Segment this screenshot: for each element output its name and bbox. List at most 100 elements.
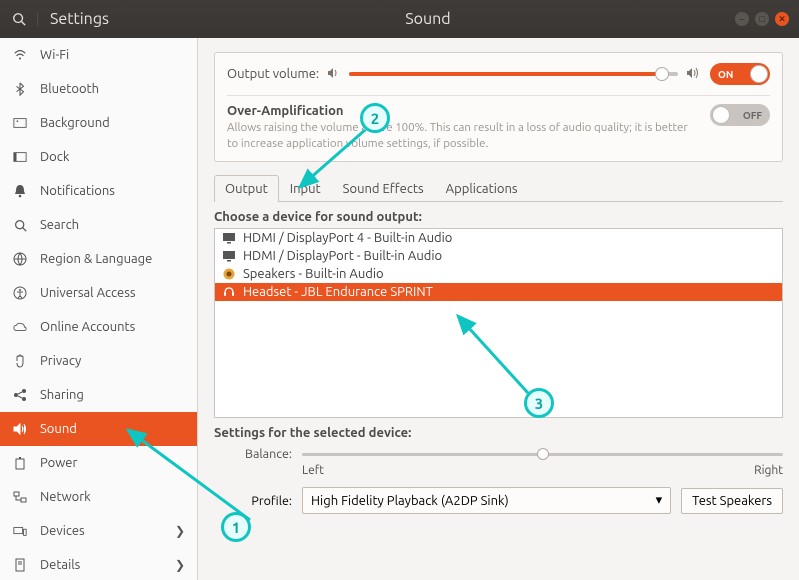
maximize-button[interactable]: □ xyxy=(755,12,769,26)
device-label: Headset - JBL Endurance SPRINT xyxy=(243,285,433,299)
sidebar-item-label: Wi-Fi xyxy=(40,48,69,62)
sidebar-item-devices[interactable]: Devices ❯ xyxy=(0,514,197,548)
sidebar-item-label: Sharing xyxy=(40,388,84,402)
output-volume-slider[interactable] xyxy=(349,67,678,81)
chevron-right-icon: ❯ xyxy=(175,524,185,538)
close-button[interactable]: ✕ xyxy=(775,12,789,26)
sidebar-item-label: Sound xyxy=(40,422,77,436)
balance-right-label: Right xyxy=(754,464,783,477)
globe-icon xyxy=(12,252,28,266)
sidebar-item-label: Privacy xyxy=(40,354,81,368)
sound-icon xyxy=(12,423,28,435)
overamp-toggle[interactable]: OFF xyxy=(710,104,770,126)
annotation-2: 2 xyxy=(360,103,390,133)
dropdown-icon: ▾ xyxy=(656,493,663,508)
device-item[interactable]: Speakers - Built-in Audio xyxy=(215,265,782,283)
sidebar-item-label: Notifications xyxy=(40,184,115,198)
sidebar-item-label: Dock xyxy=(40,150,69,164)
speaker-loud-icon xyxy=(686,67,702,82)
sidebar-item-label: Online Accounts xyxy=(40,320,135,334)
monitor-icon xyxy=(221,249,237,263)
volume-panel: Output volume: ON Over-Amplification All… xyxy=(214,52,783,162)
profile-select[interactable]: High Fidelity Playback (A2DP Sink)▾ xyxy=(302,487,671,514)
wifi-icon xyxy=(12,48,28,62)
sidebar-item-search[interactable]: Search xyxy=(0,208,197,242)
background-icon xyxy=(12,117,28,129)
sidebar-item-label: Power xyxy=(40,456,77,470)
device-item[interactable]: HDMI / DisplayPort - Built-in Audio xyxy=(215,247,782,265)
titlebar: Settings Sound – □ ✕ xyxy=(0,0,799,38)
device-item[interactable]: HDMI / DisplayPort 4 - Built-in Audio xyxy=(215,229,782,247)
overamp-title: Over-Amplification xyxy=(227,104,698,118)
sidebar-item-label: Details xyxy=(40,558,80,572)
speaker-icon xyxy=(327,67,341,82)
monitor-icon xyxy=(221,231,237,245)
sidebar-item-label: Region & Language xyxy=(40,252,152,266)
sidebar-item-wifi[interactable]: Wi-Fi xyxy=(0,38,197,72)
device-label: Speakers - Built-in Audio xyxy=(243,267,384,281)
sidebar-item-details[interactable]: Details ❯ xyxy=(0,548,197,580)
page-title: Sound xyxy=(121,10,735,28)
tabs: Output Input Sound Effects Applications xyxy=(214,174,783,202)
dock-icon xyxy=(12,151,28,163)
sidebar-item-label: Network xyxy=(40,490,91,504)
tab-applications[interactable]: Applications xyxy=(435,175,529,202)
bluetooth-icon xyxy=(12,82,28,96)
output-volume-label: Output volume: xyxy=(227,67,319,81)
cloud-icon xyxy=(12,321,28,333)
sidebar-item-region[interactable]: Region & Language xyxy=(0,242,197,276)
balance-label: Balance: xyxy=(214,447,292,461)
search-button[interactable] xyxy=(0,12,38,26)
sidebar-item-bluetooth[interactable]: Bluetooth xyxy=(0,72,197,106)
output-device-list: HDMI / DisplayPort 4 - Built-in Audio HD… xyxy=(214,228,783,418)
details-icon xyxy=(12,558,28,572)
power-icon xyxy=(12,456,28,470)
annotation-3: 3 xyxy=(524,388,554,418)
sidebar-item-network[interactable]: Network xyxy=(0,480,197,514)
sidebar-item-dock[interactable]: Dock xyxy=(0,140,197,174)
output-volume-toggle[interactable]: ON xyxy=(710,63,770,85)
app-title: Settings xyxy=(38,10,121,28)
tab-input[interactable]: Input xyxy=(279,175,332,202)
sidebar-item-label: Background xyxy=(40,116,110,130)
share-icon xyxy=(12,388,28,402)
sidebar-item-label: Devices xyxy=(40,524,85,538)
choose-device-label: Choose a device for sound output: xyxy=(214,210,783,224)
sidebar-item-universal[interactable]: Universal Access xyxy=(0,276,197,310)
device-label: HDMI / DisplayPort - Built-in Audio xyxy=(243,249,442,263)
headset-icon xyxy=(221,285,237,299)
sidebar-item-label: Universal Access xyxy=(40,286,135,300)
sidebar-item-sharing[interactable]: Sharing xyxy=(0,378,197,412)
selected-settings-label: Settings for the selected device: xyxy=(214,426,783,440)
overamp-desc: Allows raising the volume above 100%. Th… xyxy=(227,120,698,151)
hand-icon xyxy=(12,354,28,368)
accessibility-icon xyxy=(12,286,28,300)
tab-output[interactable]: Output xyxy=(214,175,279,202)
search-icon xyxy=(12,219,28,232)
bell-icon xyxy=(12,184,28,198)
balance-slider[interactable] xyxy=(302,444,783,464)
device-label: HDMI / DisplayPort 4 - Built-in Audio xyxy=(243,231,452,245)
device-item-selected[interactable]: Headset - JBL Endurance SPRINT xyxy=(215,283,782,301)
sidebar-item-label: Search xyxy=(40,218,79,232)
sidebar-item-online[interactable]: Online Accounts xyxy=(0,310,197,344)
balance-left-label: Left xyxy=(302,464,754,477)
sidebar-item-power[interactable]: Power xyxy=(0,446,197,480)
minimize-button[interactable]: – xyxy=(735,12,749,26)
main-content: Output volume: ON Over-Amplification All… xyxy=(198,38,799,580)
network-icon xyxy=(12,491,28,503)
speaker-icon xyxy=(221,267,237,281)
sidebar-item-privacy[interactable]: Privacy xyxy=(0,344,197,378)
test-speakers-button[interactable]: Test Speakers xyxy=(681,488,783,514)
tab-sound-effects[interactable]: Sound Effects xyxy=(332,175,435,202)
profile-label: Profile: xyxy=(214,494,292,508)
sidebar-item-sound[interactable]: Sound xyxy=(0,412,197,446)
sidebar-item-background[interactable]: Background xyxy=(0,106,197,140)
annotation-1: 1 xyxy=(221,512,251,542)
devices-icon xyxy=(12,525,28,537)
chevron-right-icon: ❯ xyxy=(175,558,185,572)
sidebar-item-notifications[interactable]: Notifications xyxy=(0,174,197,208)
sidebar-item-label: Bluetooth xyxy=(40,82,99,96)
search-icon xyxy=(12,12,26,26)
sidebar: Wi-Fi Bluetooth Background Dock Notifica… xyxy=(0,38,198,580)
